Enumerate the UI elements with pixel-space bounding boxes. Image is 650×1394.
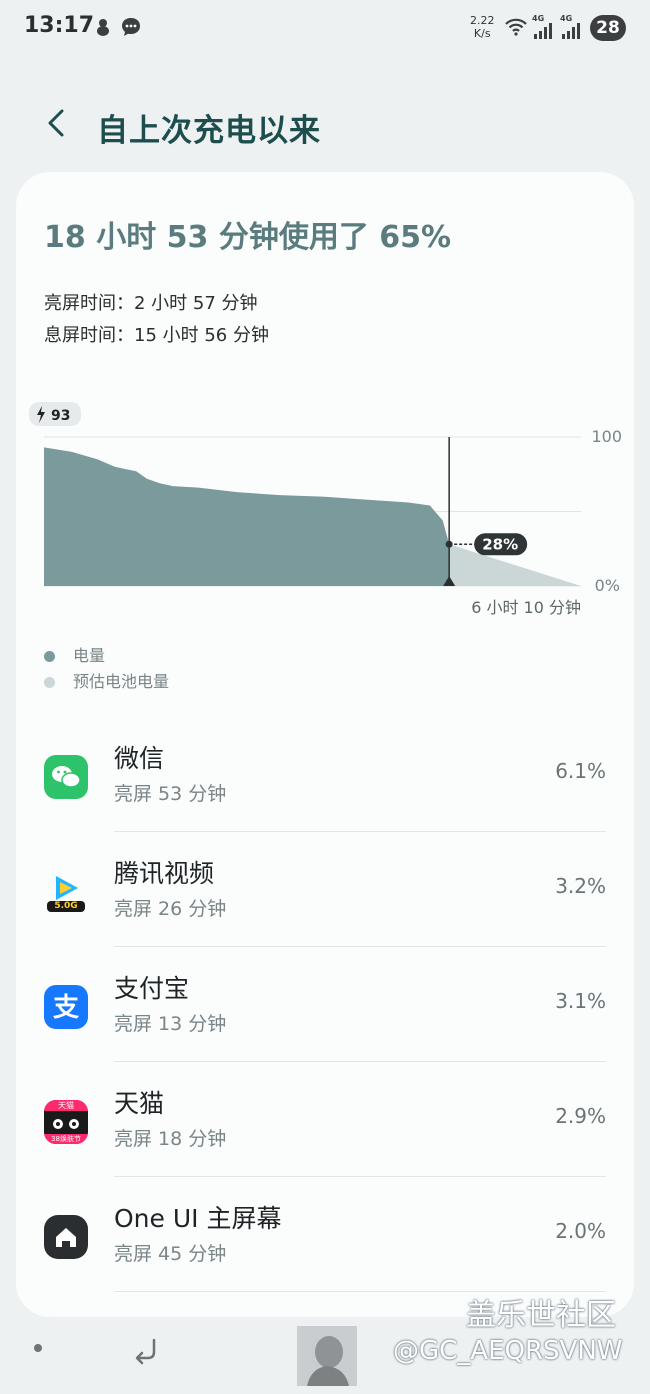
usage-summary: 18 小时 53 分钟使用了 65% — [44, 220, 452, 255]
watermark-site: 盖乐世社区 — [466, 1298, 616, 1333]
app-screen-time: 亮屏 45 分钟 — [114, 1243, 227, 1265]
wifi-icon — [505, 18, 527, 36]
app-percent: 2.0% — [555, 1219, 606, 1243]
app-percent: 2.9% — [555, 1104, 606, 1128]
app-row-wechat[interactable]: 微信 亮屏 53 分钟 6.1% — [16, 717, 634, 832]
tmall-badge: 天猫 — [58, 1101, 74, 1110]
net-speed-unit: K/s — [473, 27, 491, 40]
tencent-video-badge: 5.0G — [54, 901, 78, 911]
battery-level-badge: 28 — [590, 15, 626, 41]
tencent-video-icon: 5.0G — [44, 870, 88, 914]
battery-area-series — [44, 447, 450, 586]
y-tick-0: 0% — [595, 576, 620, 595]
app-screen-time: 亮屏 53 分钟 — [114, 783, 227, 805]
notification-bird-icon — [97, 19, 109, 36]
start-level-label: 93 — [51, 408, 70, 424]
watermark-user: @GC_AEQRSVNW — [393, 1336, 623, 1366]
app-name: 微信 — [114, 744, 165, 773]
nav-dot-icon[interactable] — [32, 1342, 44, 1354]
signal-2: 4G — [560, 14, 582, 43]
tmall-icon: 天猫 38焕肤节 — [44, 1100, 88, 1144]
app-row-tmall[interactable]: 天猫 38焕肤节 天猫 亮屏 18 分钟 2.9% — [16, 1062, 634, 1177]
nav-back-icon[interactable] — [130, 1334, 162, 1366]
app-screen-time: 亮屏 26 分钟 — [114, 898, 227, 920]
wechat-icon — [44, 755, 88, 799]
current-level-label: 28% — [482, 535, 518, 553]
app-percent: 3.1% — [555, 989, 606, 1013]
screen-on-time: 亮屏时间：2 小时 57 分钟 — [44, 293, 258, 314]
net-speed: 2.22 K/s — [470, 14, 495, 40]
app-usage-list: 微信 亮屏 53 分钟 6.1% 5.0G 腾讯视频 亮屏 26 分钟 3.2%… — [16, 717, 634, 1292]
net-speed-value: 2.22 — [470, 14, 495, 27]
signal-1: 4G — [532, 14, 554, 43]
tmall-caption: 38焕肤节 — [51, 1135, 81, 1143]
app-name: 支付宝 — [114, 974, 190, 1003]
app-percent: 6.1% — [555, 759, 606, 783]
remaining-time-label: 6 小时 10 分钟 — [471, 598, 581, 617]
status-time: 13:17 — [24, 13, 95, 38]
status-bar: 13:17 2.22 K/s 4G 4G 28 — [0, 0, 650, 60]
y-tick-100: 100 — [591, 427, 622, 446]
legend-label-actual: 电量 — [73, 646, 106, 665]
app-row-tencent-video[interactable]: 5.0G 腾讯视频 亮屏 26 分钟 3.2% — [16, 832, 634, 947]
screen-off-time: 息屏时间：15 小时 56 分钟 — [44, 325, 269, 346]
app-percent: 3.2% — [555, 874, 606, 898]
app-name: 天猫 — [114, 1089, 165, 1118]
home-icon — [44, 1215, 88, 1259]
signal-1-label: 4G — [532, 14, 545, 23]
legend-item-projected: 预估电池电量 — [44, 668, 169, 692]
app-name: One UI 主屏幕 — [114, 1204, 282, 1233]
legend-item-actual: 电量 — [44, 642, 105, 666]
svg-text:支: 支 — [53, 993, 79, 1023]
battery-chart[interactable]: 28% 93 100 0% 6 小时 10 分钟 — [16, 397, 634, 627]
signal-bars-icon — [562, 23, 580, 39]
signal-bars-icon — [534, 23, 552, 39]
app-header: 自上次充电以来 — [0, 95, 650, 155]
current-level-dot — [445, 540, 453, 548]
legend-dot-projected — [44, 677, 55, 688]
app-name: 腾讯视频 — [114, 859, 215, 888]
app-row-one-ui-home[interactable]: One UI 主屏幕 亮屏 45 分钟 2.0% — [16, 1177, 634, 1292]
avatar-statue-image — [297, 1326, 357, 1386]
legend-label-projected: 预估电池电量 — [73, 672, 170, 691]
page-title: 自上次充电以来 — [97, 113, 321, 149]
battery-usage-card: 18 小时 53 分钟使用了 65% 亮屏时间：2 小时 57 分钟 息屏时间：… — [16, 172, 634, 1317]
app-row-alipay[interactable]: 支 支付宝 亮屏 13 分钟 3.1% — [16, 947, 634, 1062]
signal-2-label: 4G — [560, 14, 573, 23]
legend-dot-actual — [44, 651, 55, 662]
chat-bubble-icon — [122, 18, 140, 36]
back-arrow-icon[interactable] — [40, 103, 72, 143]
alipay-icon: 支 — [44, 985, 88, 1029]
app-screen-time: 亮屏 13 分钟 — [114, 1013, 227, 1035]
app-screen-time: 亮屏 18 分钟 — [114, 1128, 227, 1150]
